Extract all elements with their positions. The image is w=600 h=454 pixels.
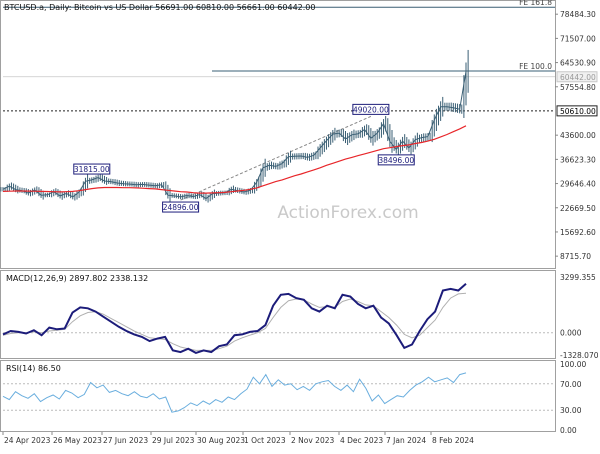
swing-label: 24896.00 <box>163 203 199 212</box>
date-label: 2 Nov 2023 <box>291 436 334 445</box>
date-label: 8 Feb 2024 <box>432 436 474 445</box>
price-panel <box>0 0 556 269</box>
date-label: 1 Oct 2023 <box>244 436 286 445</box>
fib-level-label: FE 161.8 <box>519 0 552 7</box>
rsi-title: RSI(14) 86.50 <box>6 364 61 373</box>
date-label: 30 Aug 2023 <box>197 436 245 445</box>
watermark: ActionForex.com <box>277 203 418 223</box>
price-axis-tick: 22669.50 <box>560 204 596 213</box>
date-label: 27 Jun 2023 <box>103 436 148 445</box>
current-price-label: 60442.00 <box>560 73 596 82</box>
price-axis-tick: 78484.30 <box>560 10 596 19</box>
rsi-axis-tick: 100.00 <box>560 360 586 369</box>
price-axis-tick: 64530.90 <box>560 59 596 68</box>
price-axis-tick: 15692.60 <box>560 228 596 237</box>
rsi-axis-tick: 30.00 <box>560 406 582 415</box>
swing-label: 49020.00 <box>353 105 389 114</box>
price-axis-tick: 57554.80 <box>560 83 596 92</box>
rsi-axis-tick: 70.00 <box>560 380 582 389</box>
price-axis-tick: 71507.00 <box>560 34 596 43</box>
date-label: 26 May 2023 <box>53 436 102 445</box>
date-label: 29 Jul 2023 <box>152 436 195 445</box>
fib-level-label: FE 100.0 <box>519 62 552 71</box>
swing-label: 38496.00 <box>378 156 414 165</box>
date-label: 4 Dec 2023 <box>340 436 383 445</box>
macd-title: MACD(12,26,9) 2897.802 2338.132 <box>6 274 148 283</box>
rsi-panel <box>0 360 556 432</box>
price-axis-tick: 8715.70 <box>560 252 591 261</box>
support-price-label: 50610.00 <box>560 107 596 116</box>
date-label: 24 Apr 2023 <box>4 436 51 445</box>
macd-axis-tick: 3299.355 <box>560 273 596 282</box>
macd-axis-tick: -1328.070 <box>560 351 599 360</box>
date-label: 7 Jan 2024 <box>386 436 426 445</box>
swing-label: 31815.00 <box>74 165 110 174</box>
price-axis-tick: 43600.00 <box>560 131 596 140</box>
symbol-header: BTCUSD.a, Daily: Bitcoin vs US Dollar 56… <box>4 3 315 12</box>
price-axis-tick: 29646.40 <box>560 180 596 189</box>
rsi-axis-tick: 0.00 <box>560 426 577 435</box>
price-axis-tick: 36623.30 <box>560 155 596 164</box>
chart-canvas: FE 161.8 FE 100.0 31815.00 24896.00 49020.00… <box>0 0 599 445</box>
chart-window: FE 161.8 FE 100.0 31815.00 24896.00 49020.00… <box>0 0 600 450</box>
macd-axis-tick: 0.000 <box>560 329 582 338</box>
